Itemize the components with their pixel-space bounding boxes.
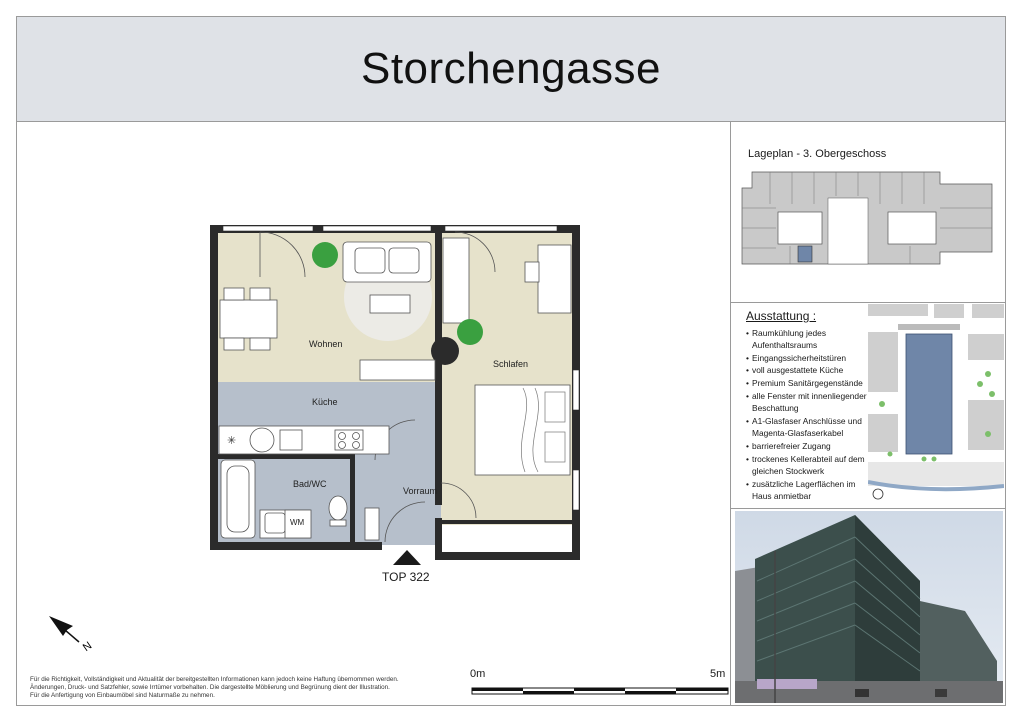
amenity-item: Magenta-Glasfaserkabel [752,428,844,439]
room-label-wm: WM [290,518,305,527]
amenity-item: Beschattung [752,403,799,414]
north-label: N [81,640,94,654]
entrance-arrow [393,550,421,565]
disclaimer-line: Änderungen, Druck- und Satzfehler, sowie… [30,684,390,691]
scale-start: 0m [470,668,486,680]
room-label-vorraum: Vorraum [403,486,438,496]
header-band: Storchengasse [17,17,1005,122]
amenity-item: A1-Glasfaser Anschlüsse und [746,415,868,428]
amenity-item: Premium Sanitärgegenstände [746,377,868,390]
site-plan [868,304,1004,502]
amenity-item: Aufenthaltsraums [752,340,818,351]
amenity-item: Raumkühlung jedes [746,327,868,340]
scale-end: 5m [710,668,726,680]
lageplan-title: Lageplan - 3. Obergeschoss [748,148,887,160]
divider-lageplan [730,302,1006,303]
amenity-item: alle Fenster mit innenliegender [746,390,868,403]
page-title: Storchengasse [360,44,662,93]
amenities-title: Ausstattung : [746,309,817,323]
disclaimer-line: Für die Richtigkeit, Vollständigkeit und… [30,676,399,683]
disclaimer-line: Für die Anfertigung von Einbaumöbel sind… [30,692,215,699]
amenity-item: Haus anmietbar [752,491,812,502]
divider-top [730,121,1006,122]
lageplan-map [741,170,994,266]
north-arrow-icon: N [49,616,94,654]
amenity-item: zusätzliche Lagerflächen im [746,478,868,491]
building-photo [735,511,1003,703]
unit-label: TOP 322 [382,570,430,584]
amenity-item: barrierefreier Zugang [746,440,868,453]
amenity-item: voll ausgestattete Küche [746,364,868,377]
kitchen-counter [218,425,390,455]
unit-highlight [797,245,813,263]
disclaimer: Für die Richtigkeit, Vollständigkeit und… [30,676,470,700]
room-label-bad: Bad/WC [293,479,327,489]
floor-plan: ✳ [210,225,580,565]
divider-amenities [730,508,1006,509]
fridge-icon: ✳ [227,434,236,447]
amenities-panel: Ausstattung : Raumkühlung jedesAufenthal… [740,310,868,503]
amenity-item: trockenes Kellerabteil auf dem [746,453,868,466]
room-label-wohnen: Wohnen [309,339,343,349]
amenity-item: gleichen Stockwerk [752,466,825,477]
room-label-schlafen: Schlafen [493,359,529,369]
amenities-list: Raumkühlung jedesAufenthaltsraumsEingang… [740,327,868,503]
room-label-kueche: Küche [312,397,338,407]
column-divider [730,121,731,706]
amenity-item: Eingangssicherheitstüren [746,352,868,365]
loggia-floor [441,525,572,550]
